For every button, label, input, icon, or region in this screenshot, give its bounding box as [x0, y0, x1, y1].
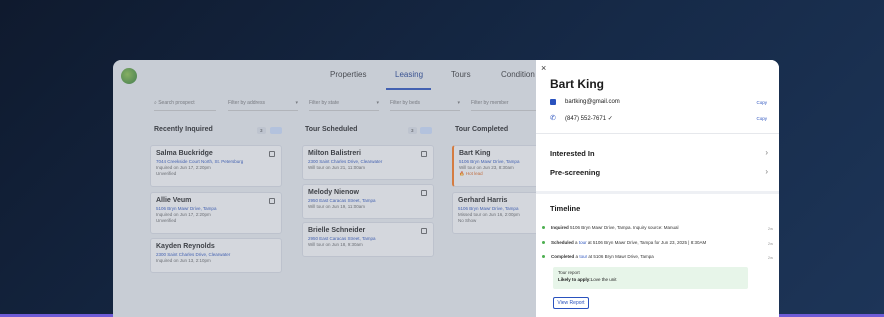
timeline-dot: [542, 255, 545, 259]
modal-backdrop[interactable]: [113, 60, 536, 317]
chevron-right-icon[interactable]: ›: [765, 167, 768, 176]
timeline-dot: [542, 226, 545, 230]
timeline-time: 2w: [767, 226, 773, 231]
chevron-right-icon[interactable]: ›: [765, 148, 768, 157]
timeline-dot: [542, 241, 545, 245]
phone-value: (847) 552-7671 ✓: [565, 116, 613, 122]
timeline-item: Scheduled a tour at 5106 Bryn Mawr Drive…: [542, 240, 706, 245]
phone-icon: ✆: [550, 114, 556, 122]
email-value: bartking@gmail.com: [565, 99, 620, 105]
timeline-title: Timeline: [550, 204, 581, 213]
tour-report-box: Tour report Likely to apply:Love the uni…: [553, 267, 748, 289]
interested-in-section[interactable]: Interested In: [550, 149, 595, 158]
timeline-item: Completed a tour at 5106 Bryn Mawr Drive…: [542, 254, 654, 259]
timeline-time: 2w: [767, 241, 773, 246]
tour-report-title: Tour report: [558, 270, 580, 275]
tour-report-summary: Likely to apply:Love the unit: [558, 277, 617, 282]
divider: [536, 133, 779, 134]
divider: [536, 191, 779, 194]
mail-icon: [550, 99, 556, 105]
copy-email-button[interactable]: Copy: [756, 100, 767, 105]
tour-link[interactable]: tour: [579, 254, 587, 259]
copy-phone-button[interactable]: Copy: [756, 116, 767, 121]
timeline-item: Inquired 5106 Bryn Mawr Drive, Tampa. In…: [542, 225, 678, 230]
pre-screening-section[interactable]: Pre-screening: [550, 168, 600, 177]
tour-link[interactable]: tour: [579, 240, 587, 245]
timeline-time: 2w: [767, 255, 773, 260]
lead-name-heading: Bart King: [550, 77, 604, 91]
phone-row: ✆ (847) 552-7671 ✓: [550, 114, 613, 123]
view-report-button[interactable]: View Report: [553, 297, 589, 309]
email-row: bartking@gmail.com: [550, 99, 620, 105]
close-icon[interactable]: ×: [541, 63, 546, 73]
lead-detail-panel: × Bart King bartking@gmail.com Copy ✆ (8…: [536, 60, 779, 317]
